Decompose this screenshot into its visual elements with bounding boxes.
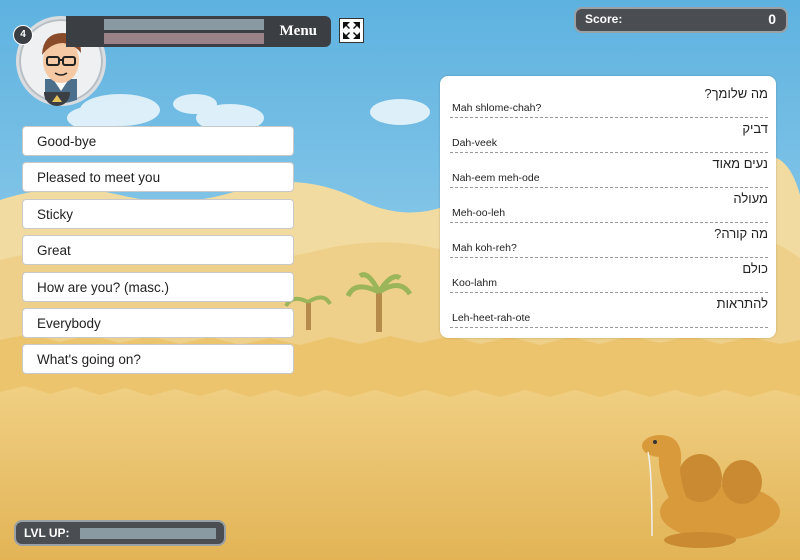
score-display: Score: 0 <box>574 7 788 33</box>
level-up-label: LVL UP: <box>24 526 70 540</box>
progress-bar-bottom <box>104 33 264 44</box>
hebrew-entry[interactable]: דביק Dah-veek <box>450 117 768 153</box>
level-up-progress-bar <box>80 528 216 539</box>
english-card-list: Good-bye Pleased to meet you Sticky Grea… <box>22 126 294 381</box>
english-card[interactable]: Sticky <box>22 198 294 229</box>
hebrew-word-panel: מה שלומך? Mah shlome-chah? דביק Dah-veek… <box>440 76 776 338</box>
transliteration: Meh-oo-leh <box>452 207 506 219</box>
hebrew-entry[interactable]: כולם Koo-lahm <box>450 257 768 293</box>
hebrew-word: נעים מאוד <box>712 156 768 171</box>
english-card[interactable]: Everybody <box>22 307 294 338</box>
hebrew-entry[interactable]: להתראות Leh-heet-rah-ote <box>450 292 768 328</box>
progress-bar-top <box>104 19 264 30</box>
fullscreen-button[interactable] <box>339 18 364 43</box>
hud-bar: Menu <box>66 16 331 47</box>
hebrew-entry[interactable]: נעים מאוד Nah-eem meh-ode <box>450 152 768 188</box>
hebrew-word: להתראות <box>716 296 768 311</box>
game-scene: 4 Menu Score: 0 Good-bye Pleased to meet… <box>0 0 800 560</box>
english-card[interactable]: Great <box>22 235 294 266</box>
hebrew-word: מה שלומך? <box>704 86 768 101</box>
hebrew-entry[interactable]: מה שלומך? Mah shlome-chah? <box>450 82 768 118</box>
english-card[interactable]: How are you? (masc.) <box>22 271 294 302</box>
hebrew-word: דביק <box>742 121 768 136</box>
score-value: 0 <box>768 11 776 27</box>
level-up-display: LVL UP: <box>14 520 226 546</box>
transliteration: Mah shlome-chah? <box>452 102 542 114</box>
hebrew-word: כולם <box>742 261 768 276</box>
english-card[interactable]: Pleased to meet you <box>22 162 294 193</box>
transliteration: Nah-eem meh-ode <box>452 172 540 184</box>
hebrew-word: מעולה <box>733 191 768 206</box>
score-label: Score: <box>585 12 623 26</box>
player-level-badge: 4 <box>13 25 33 45</box>
hebrew-word: מה קורה? <box>714 226 768 241</box>
hebrew-entry[interactable]: מעולה Meh-oo-leh <box>450 187 768 223</box>
transliteration: Leh-heet-rah-ote <box>452 312 531 324</box>
hebrew-entry[interactable]: מה קורה? Mah koh-reh? <box>450 222 768 258</box>
transliteration: Koo-lahm <box>452 277 497 289</box>
menu-button[interactable]: Menu <box>280 23 318 40</box>
transliteration: Dah-veek <box>452 137 497 149</box>
english-card[interactable]: Good-bye <box>22 126 294 156</box>
english-card[interactable]: What's going on? <box>22 344 294 375</box>
fullscreen-arrows-icon <box>343 22 360 39</box>
transliteration: Mah koh-reh? <box>452 242 517 254</box>
